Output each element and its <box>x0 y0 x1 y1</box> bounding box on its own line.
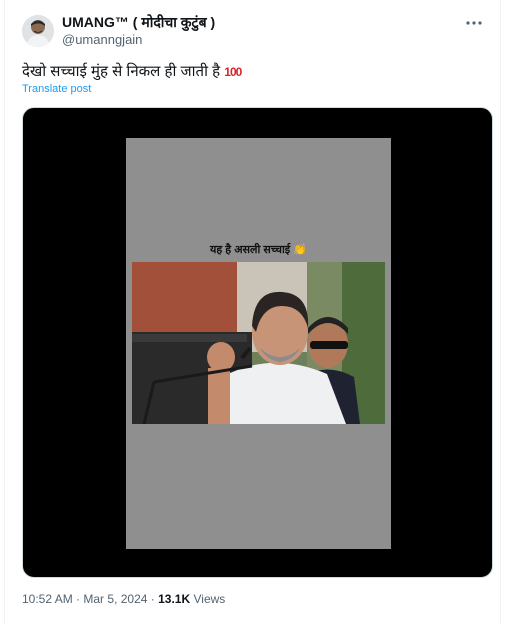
views-count[interactable]: 13.1K <box>158 592 190 606</box>
tweet-card: UMANG™ ( मोदीचा कुटुंब ) @umanngjain देख… <box>4 0 501 625</box>
display-name[interactable]: UMANG™ ( मोदीचा कुटुंब ) <box>62 13 215 32</box>
translate-post-link[interactable]: Translate post <box>22 83 91 95</box>
video-caption: यह है असली सच्चाई 👏 <box>126 242 391 257</box>
video-caption-text: यह है असली सच्चाई <box>210 244 291 256</box>
avatar[interactable] <box>22 15 54 47</box>
more-icon[interactable] <box>464 13 484 33</box>
avatar-image <box>22 15 54 47</box>
separator: · <box>76 592 81 606</box>
post-text: देखो सच्चाई मुंह से निकल ही जाती है 100 <box>22 63 242 81</box>
hundred-points-icon: 100 <box>224 65 242 79</box>
video-still-image <box>132 262 385 424</box>
video-player[interactable]: यह है असली सच्चाई 👏 <box>22 107 493 578</box>
video-frame: यह है असली सच्चाई 👏 <box>126 138 391 549</box>
post-date[interactable]: Mar 5, 2024 <box>83 592 147 606</box>
clapping-hands-icon: 👏 <box>293 244 307 256</box>
post-timestamp: 10:52 AM · Mar 5, 2024 · 13.1K Views <box>22 592 225 606</box>
views-label: Views <box>193 592 226 606</box>
post-text-body: देखो सच्चाई मुंह से निकल ही जाती है <box>22 63 221 80</box>
user-handle[interactable]: @umanngjain <box>62 32 142 47</box>
separator: · <box>150 592 155 606</box>
post-time[interactable]: 10:52 AM <box>22 592 73 606</box>
